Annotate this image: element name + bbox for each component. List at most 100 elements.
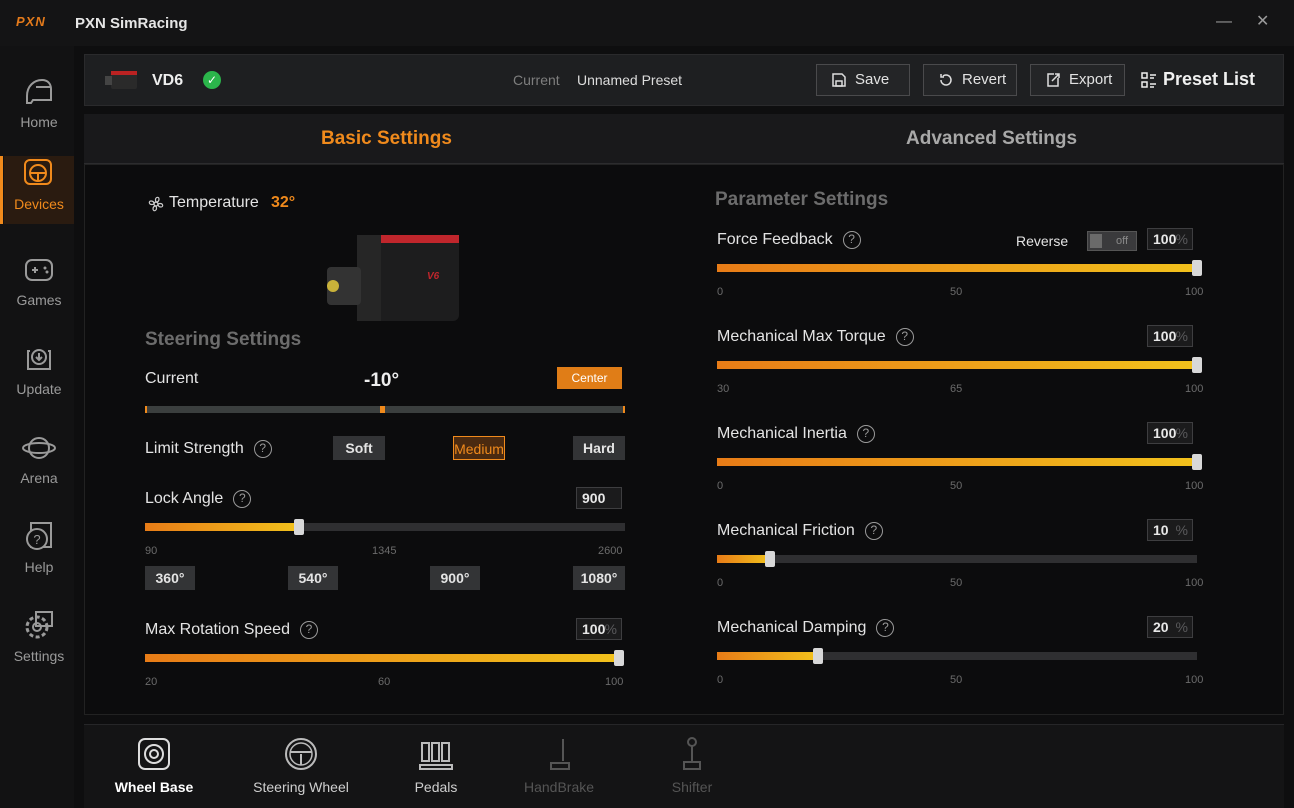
help-icon[interactable]: ? — [842, 231, 861, 249]
parameter-slider[interactable] — [717, 551, 1197, 567]
device-bar: VD6 ✓ Current Unnamed Preset Save Revert… — [84, 54, 1284, 106]
sidebar-item-games[interactable]: Games — [4, 252, 74, 320]
reverse-toggle[interactable]: off — [1087, 231, 1137, 251]
check-icon: ✓ — [203, 71, 221, 89]
slider-fill — [145, 523, 299, 531]
tab-pedals[interactable]: Pedals — [404, 735, 468, 795]
lock-angle-slider[interactable] — [145, 519, 625, 535]
export-button[interactable]: Export — [1030, 64, 1125, 96]
download-icon — [27, 349, 51, 370]
limit-soft-button[interactable]: Soft — [333, 436, 385, 460]
max-rotation-speed-value: 100 — [582, 621, 606, 637]
tab-shifter[interactable]: Shifter — [664, 735, 720, 795]
sidebar-item-update[interactable]: Update — [4, 341, 74, 409]
reverse-state: off — [1115, 235, 1128, 247]
tab-advanced-settings[interactable]: Advanced Settings — [906, 128, 1077, 150]
lock-preset-360[interactable]: 360° — [145, 566, 195, 590]
center-button[interactable]: Center — [557, 367, 622, 389]
parameter-mid: 50 — [950, 577, 963, 589]
limit-hard-button[interactable]: Hard — [573, 436, 625, 460]
max-rotation-speed-slider[interactable] — [145, 650, 624, 666]
parameter-value-input[interactable]: 10% — [1147, 519, 1193, 541]
parameter-min: 0 — [717, 286, 724, 298]
tab-label: Wheel Base — [114, 779, 194, 795]
help-icon[interactable]: ? — [895, 328, 914, 346]
preset-list-button[interactable]: Preset List — [1141, 69, 1255, 90]
parameter-slider[interactable] — [717, 648, 1197, 664]
steering-wheel-icon — [285, 738, 317, 770]
max-rotation-speed-input[interactable]: 100% — [576, 618, 622, 640]
tab-steering-wheel[interactable]: Steering Wheel — [248, 735, 354, 795]
slider-handle[interactable] — [1192, 260, 1202, 276]
parameter-min: 30 — [717, 383, 730, 395]
slider-handle[interactable] — [1192, 454, 1202, 470]
parameter-value: 100 — [1153, 328, 1177, 344]
percent-unit: % — [1175, 522, 1188, 538]
sidebar-item-arena[interactable]: Arena — [4, 430, 74, 498]
reverse-label: Reverse — [1016, 233, 1069, 249]
parameter-label: Mechanical Inertia? — [717, 425, 875, 443]
parameter-slider[interactable] — [717, 454, 1202, 470]
parameter-label-text: Mechanical Max Torque — [717, 328, 886, 345]
parameter-label: Mechanical Damping? — [717, 619, 895, 637]
save-button[interactable]: Save — [816, 64, 910, 96]
help-icon[interactable]: ? — [233, 490, 252, 508]
lock-preset-540[interactable]: 540° — [288, 566, 338, 590]
help-icon[interactable]: ? — [856, 425, 875, 443]
lock-angle-input[interactable]: 900 — [576, 487, 622, 509]
help-icon[interactable]: ? — [253, 440, 272, 458]
slider-handle[interactable] — [614, 650, 624, 666]
lock-angle-text: Lock Angle — [145, 490, 224, 507]
parameter-slider[interactable] — [717, 357, 1202, 373]
lock-angle-max: 2600 — [598, 545, 623, 557]
tab-basic-settings[interactable]: Basic Settings — [321, 128, 452, 150]
sidebar-item-home[interactable]: Home — [4, 74, 74, 142]
slider-fill — [717, 555, 770, 563]
tab-label: HandBrake — [523, 779, 595, 795]
slider-handle[interactable] — [1192, 357, 1202, 373]
close-button[interactable]: ✕ — [1256, 12, 1269, 32]
parameter-value-input[interactable]: 100% — [1147, 422, 1193, 444]
lock-preset-900[interactable]: 900° — [430, 566, 480, 590]
planet-icon — [22, 437, 56, 459]
help-icon: ? — [26, 522, 52, 550]
help-icon[interactable]: ? — [864, 522, 883, 540]
parameter-label-text: Mechanical Friction — [717, 522, 855, 539]
minimize-button[interactable]: — — [1216, 12, 1232, 32]
slider-fill — [717, 458, 1197, 466]
parameter-min: 0 — [717, 480, 724, 492]
sidebar-item-settings[interactable]: Settings — [4, 608, 74, 676]
sidebar-item-label: Home — [20, 114, 58, 130]
slider-handle[interactable] — [812, 648, 823, 664]
parameter-value: 100 — [1153, 425, 1177, 441]
device-name: VD6 — [152, 72, 184, 89]
sidebar-item-devices[interactable]: Devices — [0, 156, 74, 224]
parameter-value-input[interactable]: 20% — [1147, 616, 1193, 638]
slider-handle[interactable] — [764, 551, 775, 567]
revert-button[interactable]: Revert — [923, 64, 1017, 96]
parameter-value: 100 — [1153, 231, 1177, 247]
parameter-value-input[interactable]: 100% — [1147, 228, 1193, 250]
export-icon — [1047, 73, 1060, 87]
limit-medium-button[interactable]: Medium — [453, 436, 505, 460]
lock-preset-1080[interactable]: 1080° — [573, 566, 625, 590]
parameter-value: 10 — [1153, 522, 1169, 538]
pxn-logo: PXN — [16, 14, 46, 29]
tab-wheel-base[interactable]: Wheel Base — [114, 735, 194, 795]
slider-handle[interactable] — [293, 519, 304, 535]
tab-handbrake[interactable]: HandBrake — [518, 735, 600, 795]
current-angle-max-marker — [623, 406, 625, 413]
help-icon[interactable]: ? — [299, 621, 318, 639]
temperature-value: 32° — [271, 194, 296, 211]
sidebar-item-help[interactable]: ? Help — [4, 519, 74, 587]
lock-angle-min: 90 — [145, 545, 158, 557]
pedals-icon — [419, 742, 453, 770]
max-rotation-speed-max: 100 — [605, 676, 624, 688]
parameter-slider[interactable] — [717, 260, 1202, 276]
parameter-value-input[interactable]: 100% — [1147, 325, 1193, 347]
help-icon[interactable]: ? — [876, 619, 895, 637]
max-rotation-speed-mid: 60 — [378, 676, 391, 688]
parameter-max: 100 — [1185, 480, 1204, 492]
title-bar: PXN PXN SimRacing — ✕ — [0, 0, 1294, 46]
limit-strength-text: Limit Strength — [145, 440, 244, 457]
